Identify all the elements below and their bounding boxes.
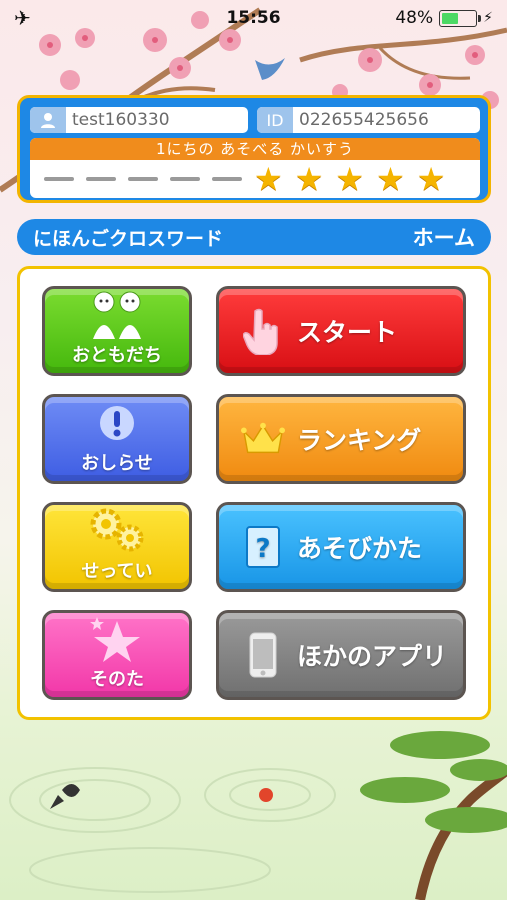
other-button[interactable]: そのた bbox=[42, 610, 192, 700]
ranking-button[interactable]: ランキング bbox=[216, 394, 466, 484]
username-field: test160330 bbox=[30, 107, 248, 133]
header-bar: にほんごクロスワード ホーム bbox=[17, 219, 491, 255]
play-star-icon: ★ bbox=[335, 160, 365, 198]
main-menu: おともだち おしらせ せってい そのた スタート ランキング ? あそびかた ほ… bbox=[17, 266, 491, 720]
friends-icon bbox=[87, 289, 147, 341]
other-apps-button[interactable]: ほかのアプリ bbox=[216, 610, 466, 700]
settings-button[interactable]: せってい bbox=[42, 502, 192, 592]
friends-label: おともだち bbox=[72, 345, 162, 366]
user-icon bbox=[30, 107, 66, 133]
username-text: test160330 bbox=[72, 110, 170, 130]
gear-icon bbox=[84, 505, 150, 557]
smartphone-icon bbox=[241, 630, 285, 680]
battery-icon bbox=[439, 9, 482, 27]
settings-label: せってい bbox=[81, 561, 153, 582]
used-play-dash bbox=[170, 177, 200, 181]
howto-button[interactable]: ? あそびかた bbox=[216, 502, 466, 592]
play-star-icon: ★ bbox=[294, 160, 324, 198]
news-button[interactable]: おしらせ bbox=[42, 394, 192, 484]
status-bar: ✈ 15:56 48% ⚡ bbox=[0, 0, 507, 36]
status-time: 15:56 bbox=[226, 8, 281, 28]
daily-plays-box: 1にちの あそべる かいすう ★ ★ ★ ★ ★ bbox=[30, 138, 480, 198]
start-label: スタート bbox=[297, 318, 398, 347]
battery-fill bbox=[442, 12, 458, 24]
exclamation-icon bbox=[98, 397, 136, 449]
page-title: ホーム bbox=[412, 226, 475, 250]
id-tag: ID bbox=[257, 107, 293, 133]
star-icon bbox=[89, 613, 145, 665]
used-play-dash bbox=[128, 177, 158, 181]
play-star-icon: ★ bbox=[416, 160, 446, 198]
daily-plays-meter: ★ ★ ★ ★ ★ bbox=[30, 160, 480, 198]
user-id-field: ID 022655425656 bbox=[257, 107, 480, 133]
daily-plays-title: 1にちの あそべる かいすう bbox=[30, 138, 480, 160]
question-icon: ? bbox=[241, 522, 285, 572]
app-title: にほんごクロスワード bbox=[33, 227, 224, 250]
used-play-dash bbox=[86, 177, 116, 181]
howto-label: あそびかた bbox=[297, 534, 423, 563]
user-id-text: 022655425656 bbox=[299, 110, 429, 130]
friends-button[interactable]: おともだち bbox=[42, 286, 192, 376]
ranking-label: ランキング bbox=[297, 426, 422, 455]
play-star-icon: ★ bbox=[254, 160, 283, 198]
news-label: おしらせ bbox=[81, 453, 153, 474]
used-play-dash bbox=[212, 177, 242, 181]
crown-icon bbox=[241, 414, 285, 464]
play-star-icon: ★ bbox=[376, 160, 405, 198]
svg-text:?: ? bbox=[255, 534, 270, 564]
pointing-hand-icon bbox=[241, 306, 285, 356]
user-info-card: test160330 ID 022655425656 1にちの あそべる かいす… bbox=[17, 95, 491, 203]
other-apps-label: ほかのアプリ bbox=[297, 642, 448, 671]
start-button[interactable]: スタート bbox=[216, 286, 466, 376]
other-label: そのた bbox=[90, 669, 144, 690]
used-play-dash bbox=[44, 177, 74, 181]
